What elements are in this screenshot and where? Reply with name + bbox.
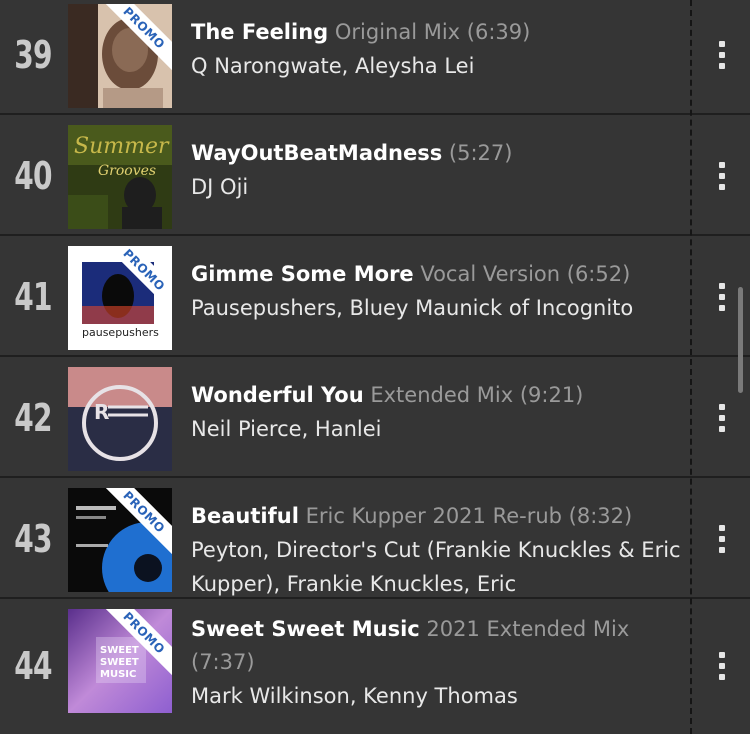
more-vertical-icon[interactable] <box>708 236 736 357</box>
more-vertical-icon[interactable] <box>708 357 736 478</box>
album-art[interactable]: R <box>68 367 172 471</box>
track-artists[interactable]: Q Narongwate, Aleysha Lei <box>191 49 681 83</box>
svg-text:Grooves: Grooves <box>98 163 156 179</box>
more-vertical-icon[interactable] <box>708 599 736 733</box>
track-info: Sweet Sweet Music 2021 Extended Mix (7:3… <box>191 613 681 713</box>
track-artists[interactable]: Neil Pierce, Hanlei <box>191 412 681 446</box>
album-art[interactable]: SWEET SWEET MUSIC PROMO <box>68 609 172 713</box>
track-row[interactable]: 44 SWEET SWEET MUSIC PROMO Sweet Sweet M… <box>0 599 750 733</box>
svg-text:SWEET: SWEET <box>100 657 139 668</box>
track-row[interactable]: 42 R Wonderful You Extended Mix (9:21) N… <box>0 357 750 478</box>
album-art[interactable]: PROMO <box>68 4 172 108</box>
svg-text:Summer: Summer <box>74 134 170 159</box>
track-title[interactable]: Wonderful You <box>191 383 364 407</box>
track-row[interactable]: 40 Summer Grooves WayOutBeatMadness (5:2… <box>0 115 750 236</box>
track-row[interactable]: 39 PROMO The Feeling Original Mix (6:39)… <box>0 0 750 115</box>
album-art-image: Summer Grooves <box>68 125 172 229</box>
track-artists[interactable]: Peyton, Director's Cut (Frankie Knuckles… <box>191 533 681 601</box>
track-rank: 44 <box>14 644 52 688</box>
track-info: WayOutBeatMadness (5:27) DJ Oji <box>191 137 681 204</box>
track-artists[interactable]: DJ Oji <box>191 170 681 204</box>
album-art-image: pausepushers <box>68 246 172 350</box>
column-divider <box>690 0 692 734</box>
track-title-line[interactable]: Beautiful Eric Kupper 2021 Re-rub (8:32) <box>191 500 681 533</box>
track-title-line[interactable]: Gimme Some More Vocal Version (6:52) <box>191 258 681 291</box>
svg-text:MUSIC: MUSIC <box>100 669 136 680</box>
svg-text:pausepushers: pausepushers <box>82 326 159 339</box>
scrollbar[interactable] <box>738 287 743 393</box>
track-info: Beautiful Eric Kupper 2021 Re-rub (8:32)… <box>191 500 681 601</box>
album-art-image <box>68 488 172 592</box>
track-mix: Extended Mix (9:21) <box>363 383 584 407</box>
track-info: Wonderful You Extended Mix (9:21) Neil P… <box>191 379 681 446</box>
track-rank: 41 <box>14 274 52 319</box>
more-vertical-icon[interactable] <box>708 115 736 236</box>
track-list: 39 PROMO The Feeling Original Mix (6:39)… <box>0 0 750 733</box>
track-rank: 42 <box>14 395 52 440</box>
album-art-image: SWEET SWEET MUSIC <box>68 609 172 713</box>
track-artists[interactable]: Mark Wilkinson, Kenny Thomas <box>191 679 681 713</box>
track-title[interactable]: The Feeling <box>191 20 328 44</box>
track-row[interactable]: 41 pausepushers PROMO Gimme Some More Vo… <box>0 236 750 357</box>
track-title-line[interactable]: WayOutBeatMadness (5:27) <box>191 137 681 170</box>
album-art-image <box>68 4 172 108</box>
track-mix: Eric Kupper 2021 Re-rub (8:32) <box>298 504 633 528</box>
track-title[interactable]: WayOutBeatMadness <box>191 141 442 165</box>
track-artists[interactable]: Pausepushers, Bluey Maunick of Incognito <box>191 291 681 325</box>
track-mix: Original Mix (6:39) <box>328 20 531 44</box>
track-title-line[interactable]: Wonderful You Extended Mix (9:21) <box>191 379 681 412</box>
track-title-line[interactable]: Sweet Sweet Music 2021 Extended Mix (7:3… <box>191 613 681 679</box>
track-info: Gimme Some More Vocal Version (6:52) Pau… <box>191 258 681 325</box>
track-mix: Vocal Version (6:52) <box>413 262 631 286</box>
track-rank: 40 <box>14 153 52 198</box>
track-mix: (5:27) <box>442 141 513 165</box>
svg-text:R: R <box>94 400 109 424</box>
track-title[interactable]: Sweet Sweet Music <box>191 617 420 641</box>
track-row[interactable]: 43 PROMO Beautiful Eric Kupper 2021 Re-r… <box>0 478 750 599</box>
track-rank: 43 <box>14 516 52 561</box>
track-title-line[interactable]: The Feeling Original Mix (6:39) <box>191 16 681 49</box>
track-title[interactable]: Beautiful <box>191 504 299 528</box>
more-vertical-icon[interactable] <box>708 478 736 599</box>
track-title[interactable]: Gimme Some More <box>191 262 414 286</box>
track-rank: 39 <box>14 32 52 77</box>
album-art[interactable]: Summer Grooves <box>68 125 172 229</box>
album-art-image: R <box>68 367 172 471</box>
more-vertical-icon[interactable] <box>708 0 736 115</box>
album-art[interactable]: pausepushers PROMO <box>68 246 172 350</box>
track-info: The Feeling Original Mix (6:39) Q Narong… <box>191 16 681 83</box>
svg-text:SWEET: SWEET <box>100 645 139 656</box>
album-art[interactable]: PROMO <box>68 488 172 592</box>
